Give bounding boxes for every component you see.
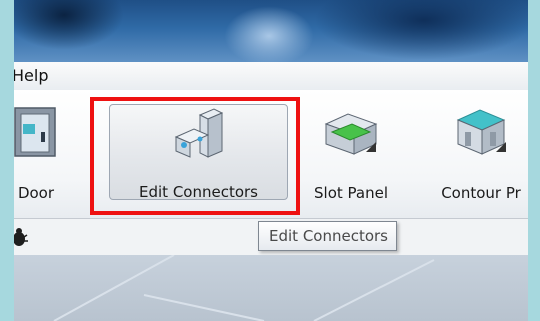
slot-panel-label: Slot Panel [314,184,388,202]
slot-panel-button[interactable]: Slot Panel [304,90,398,214]
tooltip: Edit Connectors [258,221,397,251]
bug-icon[interactable] [14,226,30,248]
contour-icon [456,109,506,155]
title-bar-shade-right [314,0,528,60]
menu-help[interactable]: Help [14,66,48,85]
viewport-grid [53,254,435,321]
highlight-box [90,97,300,215]
door-icon [14,107,56,157]
contour-button[interactable]: Contour Pr [417,90,528,214]
3d-viewport[interactable] [14,254,528,321]
title-bar-shade [14,0,124,50]
title-bar [14,0,528,66]
application-window: Help Door Edit Connectors Slot Panel Con… [14,0,528,321]
slot-panel-icon [324,113,378,155]
menu-bar: Help [14,62,528,91]
door-label: Door [17,184,55,202]
door-button[interactable]: Door [14,90,78,214]
title-bar-glow [224,6,314,66]
contour-label: Contour Pr [441,184,521,202]
